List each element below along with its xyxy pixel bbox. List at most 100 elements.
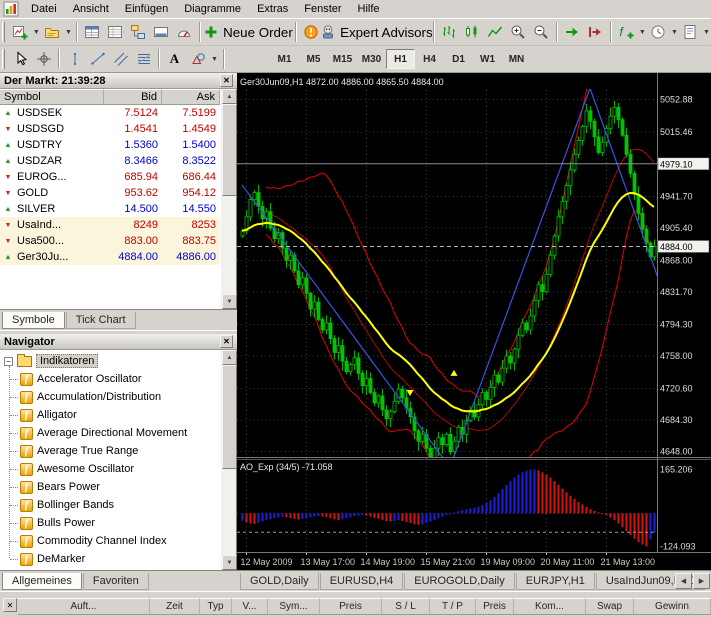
chart-tab-eurusd-h4[interactable]: EURUSD,H4: [320, 573, 404, 590]
navigator-close-button[interactable]: ✕: [220, 335, 233, 348]
arrows-tool-button[interactable]: [186, 48, 209, 70]
collapse-expander-icon[interactable]: −: [4, 357, 13, 366]
market-watch-row-usdsgd[interactable]: ▼USDSGD1.45411.4549: [0, 121, 220, 137]
market-watch-row-silver[interactable]: ▲SILVER14.50014.550: [0, 201, 220, 217]
vertical-line-button[interactable]: [63, 48, 86, 70]
timeframe-h1[interactable]: H1: [386, 49, 415, 69]
navigator-tab-favoriten[interactable]: Favoriten: [83, 573, 149, 590]
navigator-toggle[interactable]: [127, 21, 150, 43]
scroll-down-button[interactable]: ▼: [222, 294, 237, 309]
market-watch-row-usaind[interactable]: ▼UsaInd...82498253: [0, 217, 220, 233]
periods-dropdown[interactable]: ▼: [670, 21, 679, 43]
terminal-column-auft[interactable]: Auft...: [18, 598, 150, 615]
terminal-column-t-p[interactable]: T / P: [430, 598, 476, 615]
market-watch-scrollbar[interactable]: ▲ ▼: [220, 89, 236, 309]
market-watch-close-button[interactable]: ✕: [220, 74, 233, 87]
timeframe-mn[interactable]: MN: [502, 49, 531, 69]
timeframe-h4[interactable]: H4: [415, 49, 444, 69]
terminal-column-typ[interactable]: Typ: [200, 598, 232, 615]
terminal-column-sym[interactable]: Sym...: [268, 598, 320, 615]
navigator-item-bollinger-bands[interactable]: fBollinger Bands: [0, 496, 220, 514]
scroll-thumb[interactable]: [222, 104, 237, 196]
navigator-item-awesome-oscillator[interactable]: fAwesome Oscillator: [0, 460, 220, 478]
navigator-item-average-true-range[interactable]: fAverage True Range: [0, 442, 220, 460]
terminal-column-s-l[interactable]: S / L: [382, 598, 430, 615]
navigator-item-average-directional-movement[interactable]: fAverage Directional Movement: [0, 424, 220, 442]
scroll-thumb[interactable]: [222, 365, 237, 469]
trendline-button[interactable]: [86, 48, 109, 70]
menu-einf-gen[interactable]: Einfügen: [117, 1, 176, 17]
expert-advisors-button[interactable]: Expert Advisors: [323, 21, 430, 43]
navigator-item-commodity-channel-index[interactable]: fCommodity Channel Index: [0, 532, 220, 550]
market-watch-row-usdtry[interactable]: ▲USDTRY1.53601.5400: [0, 137, 220, 153]
profiles-button[interactable]: [41, 21, 64, 43]
chart-tabs-scroll-right[interactable]: ▶: [693, 573, 710, 589]
navigator-item-alligator[interactable]: fAlligator: [0, 406, 220, 424]
column-header-symbol[interactable]: Symbol: [0, 89, 104, 105]
terminal-column-swap[interactable]: Swap: [586, 598, 634, 615]
menu-diagramme[interactable]: Diagramme: [176, 1, 249, 17]
terminal-column-kom[interactable]: Kom...: [514, 598, 586, 615]
timeframe-m15[interactable]: M15: [328, 49, 357, 69]
scroll-up-button[interactable]: ▲: [222, 89, 237, 104]
market-watch-row-ger30ju[interactable]: ▲Ger30Ju...4884.004886.00: [0, 249, 220, 265]
chart-shift-button[interactable]: [584, 21, 607, 43]
menu-fenster[interactable]: Fenster: [296, 1, 349, 17]
indicators-button[interactable]: f: [615, 21, 638, 43]
market-watch-row-usdsek[interactable]: ▲USDSEK7.51247.5199: [0, 105, 220, 121]
menu-hilfe[interactable]: Hilfe: [350, 1, 388, 17]
navigator-item-accumulation-distribution[interactable]: fAccumulation/Distribution: [0, 388, 220, 406]
terminal-column-gewinn[interactable]: Gewinn: [634, 598, 711, 615]
new-order-button[interactable]: Neue Order: [204, 21, 292, 43]
zoom-out-button[interactable]: [530, 21, 553, 43]
terminal-close-button[interactable]: ✕: [3, 598, 17, 612]
profiles-dropdown[interactable]: ▼: [64, 21, 73, 43]
column-header-bid[interactable]: Bid: [104, 89, 162, 105]
navigator-item-bulls-power[interactable]: fBulls Power: [0, 514, 220, 532]
menu-datei[interactable]: Datei: [23, 1, 65, 17]
terminal-column-v[interactable]: V...: [232, 598, 268, 615]
scroll-up-button[interactable]: ▲: [222, 350, 237, 365]
arrows-tool-dropdown[interactable]: ▼: [209, 48, 220, 70]
crosshair-button[interactable]: [32, 48, 55, 70]
text-tool-button[interactable]: A: [163, 48, 186, 70]
indicators-dropdown[interactable]: ▼: [638, 21, 647, 43]
channel-button[interactable]: [109, 48, 132, 70]
navigator-scrollbar[interactable]: ▲ ▼: [220, 350, 236, 570]
periods-button[interactable]: [647, 21, 670, 43]
timeframe-m5[interactable]: M5: [299, 49, 328, 69]
market-watch-tab-symbole[interactable]: Symbole: [2, 312, 65, 329]
market-watch-row-eurog[interactable]: ▼EUROG...685.94686.44: [0, 169, 220, 185]
strategy-tester-toggle[interactable]: [173, 21, 196, 43]
menu-extras[interactable]: Extras: [249, 1, 296, 17]
navigator-tab-allgemeines[interactable]: Allgemeines: [2, 573, 82, 590]
terminal-column-preis[interactable]: Preis: [320, 598, 382, 615]
navigator-item-demarker[interactable]: fDeMarker: [0, 550, 220, 568]
chart-candles-button[interactable]: [461, 21, 484, 43]
chart-tab-eurjpy-h1[interactable]: EURJPY,H1: [516, 573, 595, 590]
scroll-down-button[interactable]: ▼: [222, 555, 237, 570]
auto-scroll-button[interactable]: [561, 21, 584, 43]
navigator-item-bears-power[interactable]: fBears Power: [0, 478, 220, 496]
navigator-root-indikatoren[interactable]: − Indikatoren: [0, 352, 220, 370]
price-chart[interactable]: 12 May 200913 May 17:0014 May 19:0015 Ma…: [237, 73, 711, 570]
timeframe-m30[interactable]: M30: [357, 49, 386, 69]
data-window-toggle[interactable]: [104, 21, 127, 43]
templates-dropdown[interactable]: ▼: [702, 21, 711, 43]
market-watch-tab-tick-chart[interactable]: Tick Chart: [66, 312, 136, 329]
chart-bars-button[interactable]: [438, 21, 461, 43]
column-header-ask[interactable]: Ask: [162, 89, 220, 105]
cursor-button[interactable]: [9, 48, 32, 70]
market-watch-row-usa500[interactable]: ▼Usa500...883.00883.75: [0, 233, 220, 249]
new-chart-button[interactable]: [9, 21, 32, 43]
menu-ansicht[interactable]: Ansicht: [65, 1, 117, 17]
market-watch-row-gold[interactable]: ▼GOLD953.62954.12: [0, 185, 220, 201]
chart-tab-eurogold-daily[interactable]: EUROGOLD,Daily: [404, 573, 514, 590]
chart-window[interactable]: 12 May 200913 May 17:0014 May 19:0015 Ma…: [237, 73, 711, 570]
chart-line-button[interactable]: [484, 21, 507, 43]
chart-tabs-scroll-left[interactable]: ◀: [675, 573, 692, 589]
terminal-column-zeit[interactable]: Zeit: [150, 598, 200, 615]
new-chart-dropdown[interactable]: ▼: [32, 21, 41, 43]
navigator-item-accelerator-oscillator[interactable]: fAccelerator Oscillator: [0, 370, 220, 388]
fibonacci-button[interactable]: [132, 48, 155, 70]
